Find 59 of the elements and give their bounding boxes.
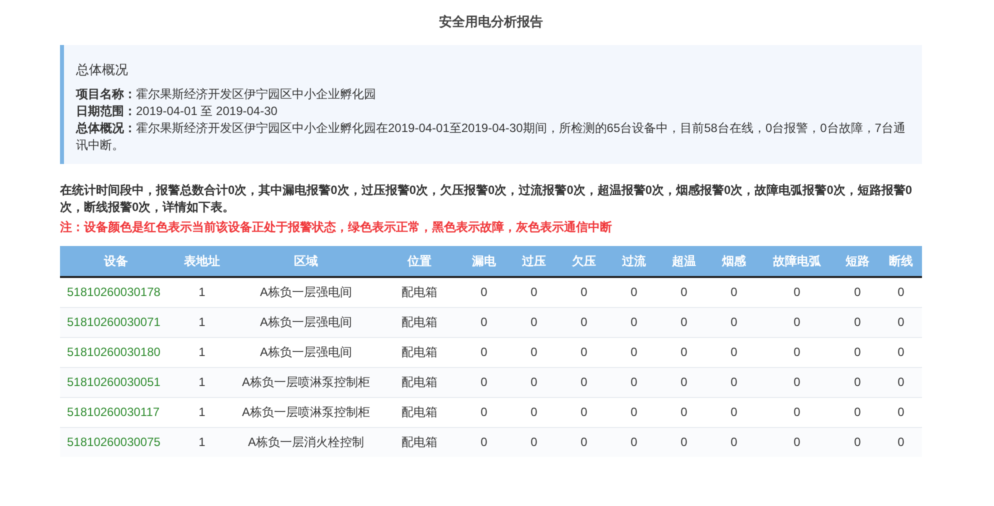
column-header: 过压 xyxy=(509,246,559,277)
page-title: 安全用电分析报告 xyxy=(438,13,544,31)
legend-note: 注：设备颜色是红色表示当前该设备正处于报警状态，绿色表示正常，黑色表示故障，灰色表示通信中断 xyxy=(60,219,613,236)
device-id: 51810260030051 xyxy=(60,368,172,398)
summary-heading: 总体概况 xyxy=(76,61,129,78)
table-cell: 0 xyxy=(880,368,922,398)
table-cell: 0 xyxy=(759,368,835,398)
column-header: 断线 xyxy=(880,246,922,277)
table-cell: 0 xyxy=(880,308,922,338)
table-cell: 0 xyxy=(509,308,559,338)
table-cell: 0 xyxy=(835,428,880,457)
table-cell: 0 xyxy=(659,368,709,398)
table-cell: 0 xyxy=(559,308,609,338)
table-cell: 配电箱 xyxy=(380,368,459,398)
table-cell: A栋负一层强电间 xyxy=(232,308,380,338)
table-cell: 0 xyxy=(509,368,559,398)
table-cell: 0 xyxy=(835,368,880,398)
table-cell: A栋负一层消火栓控制 xyxy=(232,428,380,457)
table-cell: 0 xyxy=(835,308,880,338)
table-cell: 1 xyxy=(172,428,232,457)
summary-line: 日期范围：2019-04-01 至 2019-04-30 xyxy=(76,103,278,120)
table-cell: 0 xyxy=(609,368,659,398)
column-header: 漏电 xyxy=(459,246,509,277)
device-id: 51810260030075 xyxy=(60,428,172,457)
table-cell: 1 xyxy=(172,308,232,338)
table-cell: 0 xyxy=(709,308,759,338)
column-header: 表地址 xyxy=(172,246,232,277)
table-cell: 0 xyxy=(459,308,509,338)
table-cell: 0 xyxy=(509,428,559,457)
summary-line: 项目名称：霍尔果斯经济开发区伊宁园区中小企业孵化园 xyxy=(76,86,377,103)
column-header: 故障电弧 xyxy=(759,246,835,277)
statistics-paragraph: 在统计时间段中，报警总数合计0次，其中漏电报警0次，过压报警0次，欠压报警0次，过流报警0次，超温报警0次，烟感报警0次，故障电弧报警0次，短路报警0次，断线报警0次，详情如下表。 xyxy=(60,182,914,216)
column-header: 短路 xyxy=(835,246,880,277)
table-cell: 0 xyxy=(880,428,922,457)
table-cell: 0 xyxy=(659,428,709,457)
column-header: 位置 xyxy=(380,246,459,277)
table-cell: 配电箱 xyxy=(380,428,459,457)
column-header: 过流 xyxy=(609,246,659,277)
table-cell: 0 xyxy=(609,428,659,457)
table-cell: A栋负一层喷淋泵控制柜 xyxy=(232,368,380,398)
table-cell: 0 xyxy=(759,428,835,457)
table-cell: 0 xyxy=(659,308,709,338)
column-header: 烟感 xyxy=(709,246,759,277)
table-cell: 配电箱 xyxy=(380,308,459,338)
summary-line: 总体概况：霍尔果斯经济开发区伊宁园区中小企业孵化园在2019-04-01至2019-04-30期间，所检测的65台设备中，目前58台在线，0台报警，0台故障，7台通讯中断。 xyxy=(76,120,906,154)
table-cell: 0 xyxy=(459,428,509,457)
table-cell: 0 xyxy=(559,428,609,457)
column-header: 设备 xyxy=(60,246,172,277)
column-header: 超温 xyxy=(659,246,709,277)
table-cell: 0 xyxy=(559,368,609,398)
table-cell: 0 xyxy=(609,308,659,338)
device-id: 51810260030071 xyxy=(60,308,172,338)
column-header: 区域 xyxy=(232,246,380,277)
table-cell: 1 xyxy=(172,368,232,398)
table-cell: 0 xyxy=(759,308,835,338)
table-cell: 0 xyxy=(709,428,759,457)
table-cell: 0 xyxy=(709,368,759,398)
column-header: 欠压 xyxy=(559,246,609,277)
table-cell: 0 xyxy=(459,368,509,398)
